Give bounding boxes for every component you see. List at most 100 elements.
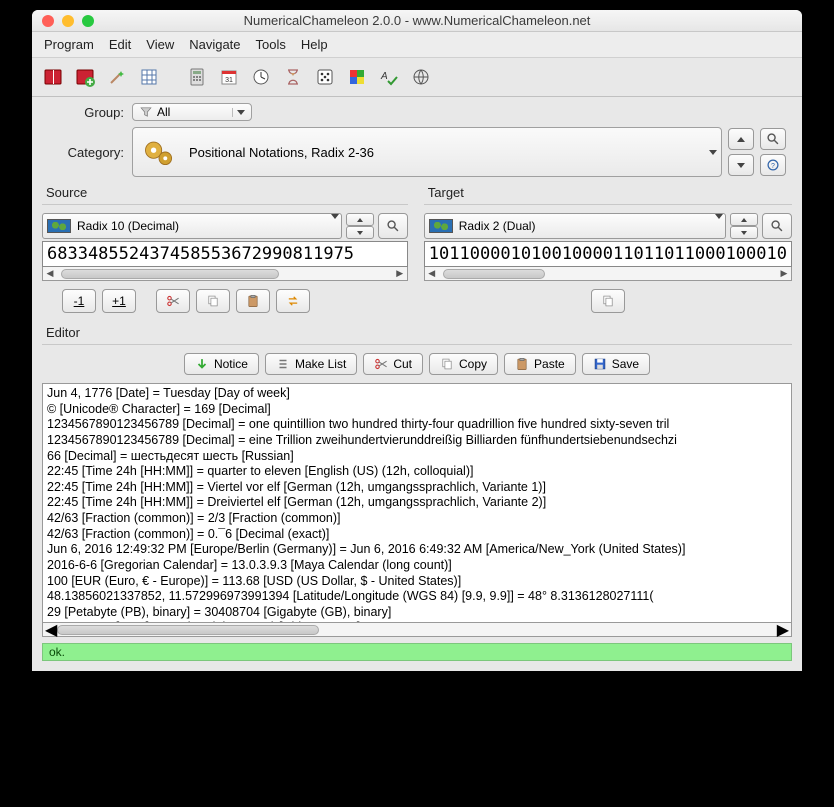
category-down-button[interactable] <box>728 154 754 176</box>
menu-program[interactable]: Program <box>38 35 100 54</box>
scissors-icon <box>166 294 180 308</box>
scissors-icon <box>374 357 388 371</box>
editor-line: 42/63 [Fraction (common)] = 2/3 [Fractio… <box>47 511 787 527</box>
editor-line: 1234567890123456789 [Decimal] = one quin… <box>47 417 787 433</box>
category-value: Positional Notations, Radix 2-36 <box>189 145 709 160</box>
notice-button[interactable]: Notice <box>184 353 259 375</box>
hourglass-icon[interactable] <box>282 66 304 88</box>
group-label: Group: <box>42 105 132 120</box>
category-stepper <box>728 128 754 176</box>
arrow-down-icon <box>195 357 209 371</box>
clock-icon[interactable] <box>250 66 272 88</box>
editor-title: Editor <box>42 323 792 345</box>
group-value: All <box>153 105 232 119</box>
flag-icon <box>47 219 71 233</box>
source-unit-stepper <box>346 213 374 239</box>
menu-tools[interactable]: Tools <box>250 35 292 54</box>
makelist-button[interactable]: Make List <box>265 353 357 375</box>
target-title: Target <box>424 183 792 205</box>
app-window: NumericalChameleon 2.0.0 - www.Numerical… <box>32 10 802 671</box>
calendar-icon[interactable]: 31 <box>218 66 240 88</box>
flag-icon <box>429 219 453 233</box>
target-scrollbar[interactable]: ◀ ▶ <box>424 267 792 281</box>
source-buttons: -1 +1 <box>42 289 408 313</box>
content-area: Group: All Category: Positional Notation… <box>32 97 802 671</box>
source-title: Source <box>42 183 408 205</box>
target-section: Target Radix 2 (Dual) 101100001010010000… <box>424 183 792 313</box>
menu-edit[interactable]: Edit <box>103 35 137 54</box>
category-search-button[interactable] <box>760 128 786 150</box>
category-combo[interactable]: Positional Notations, Radix 2-36 <box>132 127 722 177</box>
target-copy-button[interactable] <box>591 289 625 313</box>
clipboard-icon <box>246 294 260 308</box>
globe-icon[interactable] <box>410 66 432 88</box>
cut-button[interactable]: Cut <box>363 353 423 375</box>
source-search-button[interactable] <box>378 213 408 239</box>
target-output[interactable]: 10110000101001000011011011000100010 <box>424 241 792 267</box>
category-label: Category: <box>42 145 132 160</box>
transfer-icon <box>286 294 300 308</box>
copy-button[interactable]: Copy <box>429 353 498 375</box>
minus-one-button[interactable]: -1 <box>62 289 96 313</box>
editor-line: 1234567890123456789 [Decimal] = eine Tri… <box>47 433 787 449</box>
editor-line: Jun 4, 1776 [Date] = Tuesday [Day of wee… <box>47 386 787 402</box>
source-scrollbar[interactable]: ◀ ▶ <box>42 267 408 281</box>
colors-icon[interactable] <box>346 66 368 88</box>
source-input[interactable]: 683348552437458553672990811975 <box>42 241 408 267</box>
source-special-button[interactable] <box>276 289 310 313</box>
editor-toolbar: Notice Make List Cut Copy Paste Save <box>42 345 792 383</box>
book-red-icon[interactable] <box>42 66 64 88</box>
conversion-sections: Source Radix 10 (Decimal) 68334855243745… <box>42 183 792 313</box>
target-unit-down[interactable] <box>730 226 758 239</box>
category-up-button[interactable] <box>728 128 754 150</box>
editor-line: 48.13856021337852, 11.572996973991394 [L… <box>47 589 787 605</box>
paste-button[interactable]: Paste <box>504 353 576 375</box>
menubar: Program Edit View Navigate Tools Help <box>32 32 802 58</box>
source-unit-up[interactable] <box>346 213 374 226</box>
menu-navigate[interactable]: Navigate <box>183 35 246 54</box>
target-buttons <box>424 289 792 313</box>
editor-line: 100 [EUR (Euro, € - Europe)] = 113.68 [U… <box>47 574 787 590</box>
source-cut-button[interactable] <box>156 289 190 313</box>
floppy-icon <box>593 357 607 371</box>
gears-icon <box>141 134 177 170</box>
editor-scrollbar[interactable]: ◀ ▶ <box>42 623 792 637</box>
status-text: ok. <box>49 645 65 659</box>
category-help-button[interactable]: ? <box>760 154 786 176</box>
spellcheck-icon[interactable]: A <box>378 66 400 88</box>
menu-view[interactable]: View <box>140 35 180 54</box>
funnel-icon <box>139 105 153 119</box>
grid-icon[interactable] <box>138 66 160 88</box>
target-search-button[interactable] <box>762 213 792 239</box>
clipboard-icon <box>515 357 529 371</box>
editor-line: Jun 6, 2016 12:49:32 PM [Europe/Berlin (… <box>47 542 787 558</box>
book-add-icon[interactable] <box>74 66 96 88</box>
editor-line: 29 [Petabyte (PB), binary] = 30408704 [G… <box>47 605 787 621</box>
source-copy-button[interactable] <box>196 289 230 313</box>
list-icon <box>276 357 290 371</box>
target-unit-combo[interactable]: Radix 2 (Dual) <box>424 213 726 239</box>
editor-line: 2016-6-6 [Gregorian Calendar] = 13.0.3.9… <box>47 558 787 574</box>
source-unit-down[interactable] <box>346 226 374 239</box>
target-unit-value: Radix 2 (Dual) <box>459 219 715 233</box>
copy-icon <box>206 294 220 308</box>
copy-icon <box>440 357 454 371</box>
editor-line: 42/63 [Fraction (common)] = 0.¯6 [Decima… <box>47 527 787 543</box>
wand-icon[interactable] <box>106 66 128 88</box>
editor-line: 22:45 [Time 24h [HH:MM]] = Dreiviertel e… <box>47 495 787 511</box>
target-unit-stepper <box>730 213 758 239</box>
group-combo[interactable]: All <box>132 103 252 121</box>
svg-text:A: A <box>380 71 388 82</box>
dice-icon[interactable] <box>314 66 336 88</box>
save-button[interactable]: Save <box>582 353 650 375</box>
titlebar: NumericalChameleon 2.0.0 - www.Numerical… <box>32 10 802 32</box>
source-paste-button[interactable] <box>236 289 270 313</box>
category-aux: ? <box>760 128 786 176</box>
calc-icon[interactable] <box>186 66 208 88</box>
source-unit-combo[interactable]: Radix 10 (Decimal) <box>42 213 342 239</box>
menu-help[interactable]: Help <box>295 35 334 54</box>
editor-textarea[interactable]: Jun 4, 1776 [Date] = Tuesday [Day of wee… <box>42 383 792 623</box>
target-unit-up[interactable] <box>730 213 758 226</box>
svg-text:31: 31 <box>225 77 233 84</box>
plus-one-button[interactable]: +1 <box>102 289 136 313</box>
